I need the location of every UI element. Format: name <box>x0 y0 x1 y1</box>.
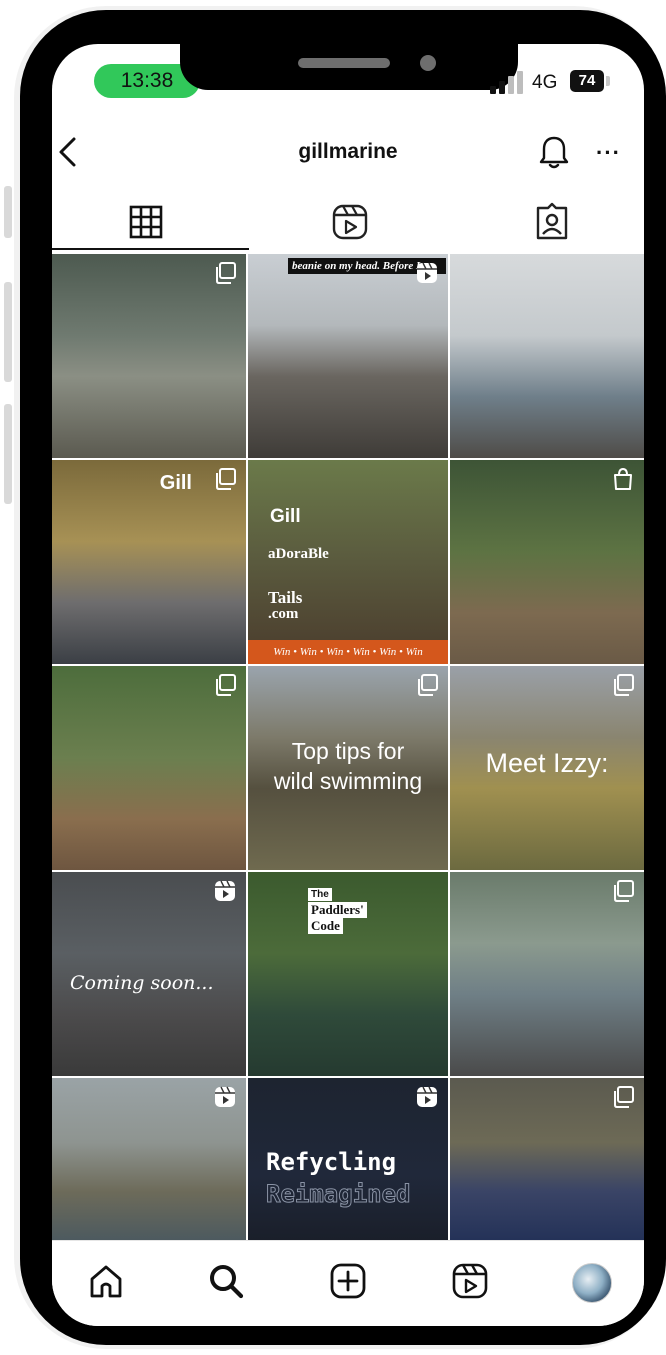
camera <box>420 55 436 71</box>
post-thumbnail[interactable] <box>52 666 246 870</box>
carousel-icon <box>214 262 236 284</box>
bell-icon[interactable] <box>538 134 570 170</box>
more-options-icon[interactable]: ··· <box>596 140 621 166</box>
post-thumbnail[interactable]: Refycling Reimagined <box>248 1078 448 1240</box>
posts-grid: beanie on my head. Before I go Gill Gill aD… <box>52 254 644 1240</box>
home-icon[interactable] <box>86 1261 126 1301</box>
grid-icon[interactable] <box>126 202 166 242</box>
carousel-icon <box>612 674 634 696</box>
battery-tip <box>606 76 610 86</box>
reel-icon <box>416 1086 438 1108</box>
post-logo-text: Gill <box>270 506 301 527</box>
post-text-overlay: Meet Izzy: <box>485 748 609 778</box>
network-type: 4G <box>532 72 558 93</box>
reel-icon <box>214 1086 236 1108</box>
plus-square-icon[interactable] <box>328 1261 368 1301</box>
post-text-overlay: Top tips for <box>291 738 405 764</box>
carousel-icon <box>612 880 634 902</box>
reel-icon <box>214 880 236 902</box>
carousel-icon <box>214 468 236 490</box>
carousel-icon <box>214 674 236 696</box>
phone-side-button <box>4 404 12 504</box>
phone-screen: 13:38 4G 74 gillmarine ··· beanie on my … <box>52 44 644 1326</box>
post-text-overlay: Code <box>308 918 343 934</box>
notch <box>180 44 518 90</box>
post-thumbnail[interactable]: Coming soon... <box>52 872 246 1076</box>
reel-icon <box>416 262 438 284</box>
speaker <box>298 58 390 68</box>
phone-side-button <box>4 282 12 382</box>
post-thumbnail[interactable]: Top tips for wild swimming <box>248 666 448 870</box>
post-thumbnail[interactable] <box>52 1078 246 1240</box>
post-thumbnail[interactable] <box>450 1078 644 1240</box>
avatar[interactable] <box>572 1263 612 1303</box>
post-thumbnail[interactable] <box>450 872 644 1076</box>
carousel-icon <box>416 674 438 696</box>
bottom-navigation <box>52 1240 644 1326</box>
post-text-overlay: aDoraBle <box>268 546 329 562</box>
post-text-overlay: Tails <box>268 588 303 607</box>
post-thumbnail[interactable]: beanie on my head. Before I go <box>248 254 448 458</box>
post-text-overlay: Reimagined <box>266 1180 411 1209</box>
post-text-overlay: Coming soon... <box>70 972 214 994</box>
post-text-overlay: Paddlers' <box>308 902 367 918</box>
battery-icon: 74 <box>570 70 604 92</box>
post-thumbnail[interactable]: Gill aDoraBle Tails .com Win • Win • Win • W… <box>248 460 448 664</box>
post-thumbnail[interactable] <box>52 254 246 458</box>
reels-icon[interactable] <box>450 1261 490 1301</box>
post-text-overlay: wild swimming <box>273 768 423 794</box>
post-brand-overlay: Gill <box>159 472 192 494</box>
post-thumbnail[interactable] <box>450 254 644 458</box>
search-icon[interactable] <box>206 1261 246 1301</box>
post-thumbnail[interactable]: Meet Izzy: <box>450 666 644 870</box>
post-thumbnail[interactable]: The Paddlers' Code <box>248 872 448 1076</box>
phone-side-button <box>4 186 12 238</box>
tagged-user-icon[interactable] <box>532 202 572 242</box>
reels-icon[interactable] <box>330 202 370 242</box>
post-logo-text: The <box>308 888 332 901</box>
post-text-overlay: .com <box>268 606 299 622</box>
post-thumbnail[interactable] <box>450 460 644 664</box>
post-text-overlay: Refycling <box>266 1148 397 1176</box>
back-arrow-icon[interactable] <box>54 134 84 170</box>
signal-icon <box>490 70 526 94</box>
profile-username: gillmarine <box>298 140 398 163</box>
shopping-bag-icon <box>612 467 634 490</box>
active-tab-indicator <box>52 248 249 250</box>
post-win-strip: Win • Win • Win • Win • Win • Win <box>248 640 448 664</box>
carousel-icon <box>612 1086 634 1108</box>
post-thumbnail[interactable]: Gill <box>52 460 246 664</box>
